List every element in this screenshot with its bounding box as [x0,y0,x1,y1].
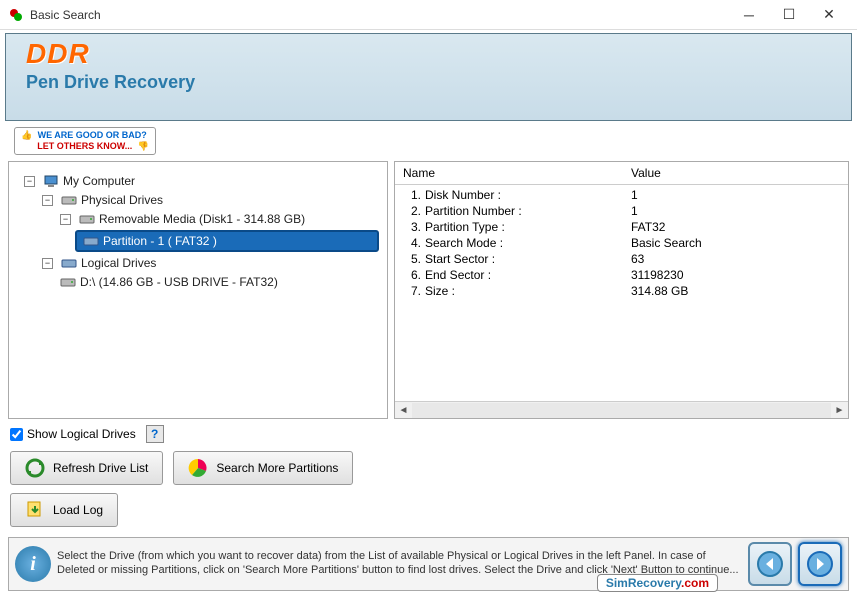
column-value[interactable]: Value [631,166,661,180]
title-bar: Basic Search ─ ☐ ✕ [0,0,857,30]
details-rows: 1.Disk Number :1 2.Partition Number :1 3… [395,185,848,401]
collapse-icon[interactable]: − [24,176,35,187]
tree-node-removable-media[interactable]: − Removable Media (Disk1 - 314.88 GB) [57,211,379,227]
footer: i Select the Drive (from which you want … [8,537,849,591]
show-logical-drives-checkbox[interactable]: Show Logical Drives [10,427,136,441]
computer-icon [43,174,59,188]
tree-node-physical-drives[interactable]: − Physical Drives [39,192,379,208]
checkbox-input[interactable] [10,428,23,441]
tree-label: My Computer [63,174,135,188]
brand-badge[interactable]: SimRecovery.com [597,574,718,592]
info-icon: i [15,546,51,582]
table-row[interactable]: 2.Partition Number :1 [403,203,840,219]
drive-icon [79,212,95,226]
drive-icon [83,234,99,248]
table-row[interactable]: 5.Start Sector :63 [403,251,840,267]
rate-line2: LET OTHERS KNOW... [37,141,132,151]
button-label: Refresh Drive List [53,461,148,475]
load-log-icon [25,500,45,520]
column-name[interactable]: Name [403,166,631,180]
maximize-button[interactable]: ☐ [769,3,809,27]
tree-node-logical-drive-d[interactable]: D:\ (14.86 GB - USB DRIVE - FAT32) [57,274,379,290]
window-title: Basic Search [30,8,729,22]
rate-us-button[interactable]: 👍 WE ARE GOOD OR BAD? LET OTHERS KNOW...… [14,127,156,155]
scroll-left-icon[interactable]: ◄ [395,403,412,418]
search-more-partitions-button[interactable]: Search More Partitions [173,451,353,485]
drive-icon [60,275,76,289]
collapse-icon[interactable]: − [42,258,53,269]
minimize-button[interactable]: ─ [729,3,769,27]
next-button[interactable] [798,542,842,586]
table-row[interactable]: 4.Search Mode :Basic Search [403,235,840,251]
drive-tree[interactable]: − My Computer − Physical Drives [17,173,379,290]
app-subtitle: Pen Drive Recovery [26,72,831,93]
tree-node-logical-drives[interactable]: − Logical Drives [39,255,379,271]
tree-label: D:\ (14.86 GB - USB DRIVE - FAT32) [80,275,278,289]
pie-chart-icon [188,458,208,478]
app-icon [8,7,24,23]
table-row[interactable]: 3.Partition Type :FAT32 [403,219,840,235]
tree-node-my-computer[interactable]: − My Computer [21,173,379,189]
refresh-icon [25,458,45,478]
back-button[interactable] [748,542,792,586]
controls-row: Show Logical Drives ? [0,419,857,447]
collapse-icon[interactable]: − [42,195,53,206]
drive-tree-panel: − My Computer − Physical Drives [8,161,388,419]
table-row[interactable]: 7.Size :314.88 GB [403,283,840,299]
drive-icon [61,256,77,270]
checkbox-label: Show Logical Drives [27,427,136,441]
load-log-button[interactable]: Load Log [10,493,118,527]
refresh-drive-list-button[interactable]: Refresh Drive List [10,451,163,485]
button-row-2: Load Log [0,489,857,531]
table-row[interactable]: 1.Disk Number :1 [403,187,840,203]
button-label: Load Log [53,503,103,517]
scroll-track[interactable] [412,403,831,418]
rate-line1: WE ARE GOOD OR BAD? [38,130,147,140]
collapse-icon[interactable]: − [60,214,71,225]
banner: DDR Pen Drive Recovery [5,33,852,121]
button-label: Search More Partitions [216,461,338,475]
table-row[interactable]: 6.End Sector :31198230 [403,267,840,283]
tree-label: Physical Drives [81,193,163,207]
tree-node-partition-selected[interactable]: Partition - 1 ( FAT32 ) [75,230,379,252]
details-panel: Name Value 1.Disk Number :1 2.Partition … [394,161,849,419]
help-button[interactable]: ? [146,425,164,443]
brand-dot: .com [681,576,709,590]
tree-label: Logical Drives [81,256,156,270]
tree-label: Partition - 1 ( FAT32 ) [103,234,217,248]
scroll-right-icon[interactable]: ► [831,403,848,418]
tree-label: Removable Media (Disk1 - 314.88 GB) [99,212,305,226]
brand-sim: SimRecovery [606,576,681,590]
close-button[interactable]: ✕ [809,3,849,27]
details-header: Name Value [395,162,848,185]
main-area: − My Computer − Physical Drives [0,161,857,419]
drive-icon [61,193,77,207]
button-row-1: Refresh Drive List Search More Partition… [0,447,857,489]
brand-logo: DDR [26,38,831,70]
horizontal-scrollbar[interactable]: ◄ ► [395,401,848,418]
